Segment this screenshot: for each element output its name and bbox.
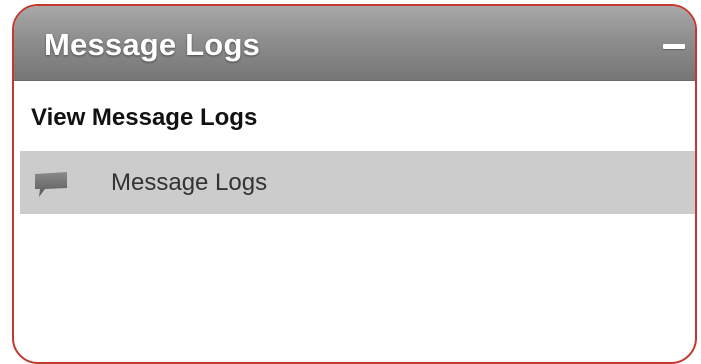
speech-bubble-icon [33,171,69,199]
message-logs-panel: Message Logs View Message Logs Message L… [12,4,697,364]
menu-item-message-logs[interactable]: Message Logs [20,151,695,214]
panel-title: Message Logs [44,27,261,62]
menu-item-label: Message Logs [111,169,268,196]
minus-icon[interactable] [663,44,685,49]
section-heading: View Message Logs [31,104,258,131]
panel-header: Message Logs [14,6,695,81]
